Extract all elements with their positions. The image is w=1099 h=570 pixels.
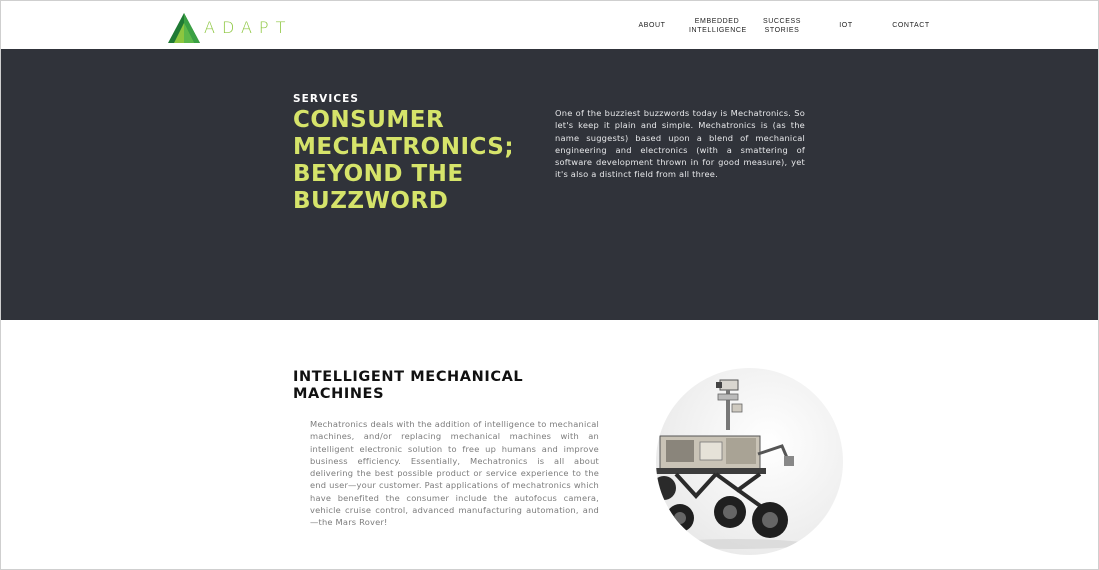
nav-contact[interactable]: CONTACT (891, 21, 931, 30)
logo-triangle-icon (168, 13, 200, 43)
section-title-line: INTELLIGENT MECHANICAL (293, 369, 524, 385)
nav-embedded-intelligence-line1: EMBEDDED (694, 18, 740, 25)
site-header: ADAPT ABOUT EMBEDDED INTELLIGENCE SUCCES… (1, 1, 1098, 49)
section-title: INTELLIGENT MECHANICAL MACHINES (293, 369, 553, 403)
nav-iot-label: IOT (839, 22, 853, 29)
hero-title-line: CONSUMER (293, 107, 445, 133)
mars-rover-image (656, 368, 843, 555)
nav-embedded-intelligence[interactable]: EMBEDDED INTELLIGENCE (689, 17, 747, 35)
nav-contact-label: CONTACT (892, 22, 930, 29)
hero-body-text: One of the buzziest buzzwords today is M… (555, 108, 805, 180)
page: ADAPT ABOUT EMBEDDED INTELLIGENCE SUCCES… (0, 0, 1099, 570)
section-body-text: Mechatronics deals with the addition of … (310, 419, 599, 528)
nav-about-label: ABOUT (638, 22, 666, 29)
hero-title-line: BEYOND THE (293, 161, 464, 187)
hero-title: CONSUMER MECHATRONICS; BEYOND THE BUZZWO… (293, 107, 533, 215)
nav-iot[interactable]: IOT (837, 21, 855, 30)
services-eyebrow: SERVICES (293, 93, 360, 105)
nav-embedded-intelligence-line2: INTELLIGENCE (689, 27, 747, 34)
nav-about[interactable]: ABOUT (638, 21, 666, 30)
nav-success-stories-line2: STORIES (764, 27, 800, 34)
hero-title-line: BUZZWORD (293, 188, 449, 214)
rover-illustration (656, 379, 806, 549)
logo-text: ADAPT (204, 18, 293, 37)
hero-title-line: MECHATRONICS; (293, 134, 515, 160)
nav-success-stories[interactable]: SUCCESS STORIES (761, 17, 803, 35)
nav-success-stories-line1: SUCCESS (762, 18, 802, 25)
hero-section: SERVICES CONSUMER MECHATRONICS; BEYOND T… (1, 49, 1098, 320)
section-title-line: MACHINES (293, 386, 385, 402)
